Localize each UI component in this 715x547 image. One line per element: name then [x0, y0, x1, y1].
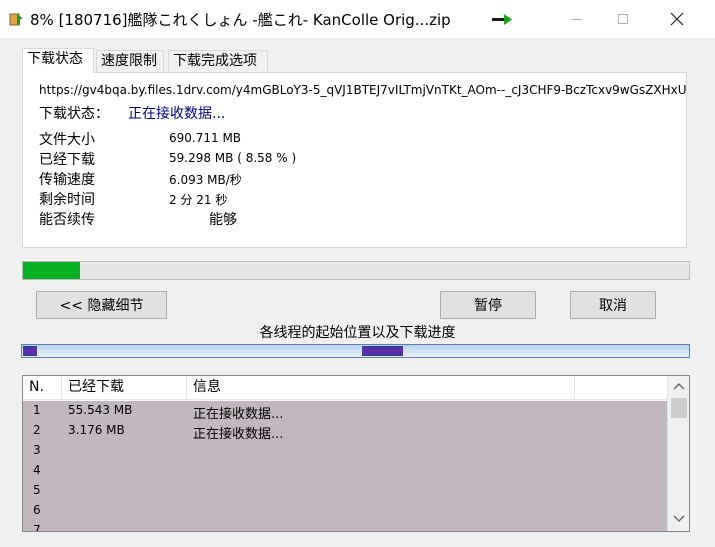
- time-remaining-label: 剩余时间: [39, 192, 95, 208]
- row-number: 2: [33, 423, 41, 437]
- vertical-scrollbar[interactable]: [667, 376, 689, 531]
- progress-fill: [23, 262, 81, 279]
- table-row[interactable]: 7: [23, 521, 667, 532]
- tab-completion-options[interactable]: 下载完成选项: [168, 50, 268, 72]
- cancel-button[interactable]: 取消: [570, 291, 656, 319]
- file-size-value: 690.711 MB: [169, 131, 242, 145]
- status-label: 下载状态：: [39, 106, 109, 122]
- download-status-panel: https://gv4bqa.by.files.1drv.com/y4mGBLo…: [22, 72, 687, 248]
- downloaded-label: 已经下载: [39, 152, 95, 168]
- minimize-button[interactable]: [554, 0, 600, 38]
- thread-segment-2: [362, 346, 403, 356]
- download-url: https://gv4bqa.by.files.1drv.com/y4mGBLo…: [39, 83, 687, 97]
- tab-download-status[interactable]: 下载状态: [22, 48, 94, 73]
- file-size-label: 文件大小: [39, 132, 95, 148]
- resume-support-label: 能否续传: [39, 212, 95, 228]
- row-downloaded: 3.176 MB: [68, 423, 125, 437]
- tab-speed-limit[interactable]: 速度限制: [96, 50, 164, 72]
- row-number: 4: [33, 463, 41, 477]
- status-value: 正在接收数据...: [128, 106, 226, 122]
- thread-segment-1: [23, 346, 37, 356]
- time-remaining-value: 2 分 21 秒: [169, 193, 228, 207]
- minimize-icon: [572, 19, 582, 20]
- column-header-downloaded[interactable]: 已经下载: [62, 376, 187, 400]
- thread-list-header: N. 已经下载 信息: [23, 376, 668, 400]
- download-progress-bar: [22, 261, 690, 280]
- transfer-speed-value: 6.093 MB/秒: [169, 173, 242, 187]
- table-row[interactable]: 5: [23, 481, 667, 501]
- scroll-up-icon[interactable]: [673, 382, 685, 390]
- row-number: 7: [33, 523, 41, 532]
- row-info: 正在接收数据...: [193, 427, 284, 442]
- column-header-info[interactable]: 信息: [187, 376, 575, 400]
- threads-caption: 各线程的起始位置以及下载进度: [259, 325, 456, 341]
- app-download-icon: [9, 13, 23, 26]
- maximize-button[interactable]: [600, 0, 646, 38]
- downloaded-value: 59.298 MB ( 8.58 % ): [169, 151, 297, 165]
- row-number: 1: [33, 403, 41, 417]
- column-header-n[interactable]: N.: [23, 376, 62, 400]
- window-title: 8% [180716]艦隊これくしょん -艦これ- KanColle Orig.…: [30, 11, 451, 29]
- thread-list: N. 已经下载 信息 1 55.543 MB 正在接收数据... 2 3.176…: [22, 375, 690, 532]
- row-downloaded: 55.543 MB: [68, 403, 133, 417]
- transfer-speed-label: 传输速度: [39, 172, 95, 188]
- row-number: 5: [33, 483, 41, 497]
- table-row[interactable]: 3: [23, 441, 667, 461]
- pause-button[interactable]: 暂停: [440, 291, 536, 319]
- row-info: 正在接收数据...: [193, 407, 284, 422]
- table-row[interactable]: 4: [23, 461, 667, 481]
- resume-support-value: 能够: [209, 212, 237, 228]
- row-number: 6: [33, 503, 41, 517]
- table-row[interactable]: 1 55.543 MB 正在接收数据...: [23, 401, 667, 422]
- thread-rows: 1 55.543 MB 正在接收数据... 2 3.176 MB 正在接收数据.…: [23, 401, 667, 532]
- close-button[interactable]: [654, 0, 700, 38]
- hide-details-button[interactable]: << 隐藏细节: [36, 291, 167, 319]
- scrollbar-thumb[interactable]: [671, 398, 687, 418]
- thread-progress-bar: [21, 344, 690, 358]
- maximize-icon: [618, 14, 628, 24]
- close-icon: [670, 12, 684, 26]
- title-bar: 8% [180716]艦隊これくしょん -艦これ- KanColle Orig.…: [0, 0, 715, 38]
- arrow-icon: [492, 14, 512, 25]
- scroll-down-icon[interactable]: [673, 515, 685, 523]
- table-row[interactable]: 2 3.176 MB 正在接收数据...: [23, 421, 667, 442]
- table-row[interactable]: 6: [23, 501, 667, 521]
- row-number: 3: [33, 443, 41, 457]
